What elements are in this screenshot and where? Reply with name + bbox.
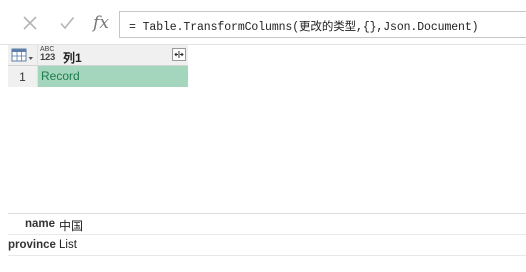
type-label-bottom: 123 bbox=[40, 52, 55, 63]
detail-value-link[interactable]: List bbox=[59, 239, 77, 251]
record-link[interactable]: Record bbox=[41, 69, 80, 83]
cancel-formula-button[interactable] bbox=[19, 12, 41, 34]
row-number: 1 bbox=[8, 66, 37, 87]
formula-input[interactable]: = Table.TransformColumns(更改的类型,{},Json.D… bbox=[119, 11, 526, 38]
column-name: 列1 bbox=[63, 51, 82, 65]
fx-button[interactable]: fx bbox=[90, 12, 112, 34]
detail-label: province bbox=[8, 239, 56, 251]
x-icon bbox=[23, 16, 37, 30]
column-header[interactable]: ABC 123 列1 bbox=[37, 45, 188, 66]
detail-row-name: name 中国 bbox=[8, 214, 526, 235]
table-menu-button[interactable] bbox=[8, 45, 37, 66]
record-cell[interactable]: Record bbox=[37, 66, 188, 87]
formula-text: = Table.TransformColumns(更改的类型,{},Json.D… bbox=[129, 21, 479, 34]
detail-label: name bbox=[24, 218, 55, 230]
row-divider bbox=[8, 255, 526, 256]
details-pane: name 中国 province List bbox=[8, 213, 526, 272]
confirm-formula-button[interactable] bbox=[56, 12, 78, 34]
any-type-icon[interactable]: ABC 123 bbox=[40, 46, 60, 64]
fx-label: fx bbox=[93, 13, 109, 33]
detail-value: 中国 bbox=[59, 219, 84, 233]
table-icon bbox=[11, 48, 33, 62]
expand-column-button[interactable] bbox=[172, 48, 186, 61]
check-icon bbox=[60, 16, 75, 30]
detail-row-province: province List bbox=[8, 235, 526, 256]
expand-columns-icon bbox=[174, 51, 184, 58]
formula-bar: fx = Table.TransformColumns(更改的类型,{},Jso… bbox=[0, 0, 526, 44]
